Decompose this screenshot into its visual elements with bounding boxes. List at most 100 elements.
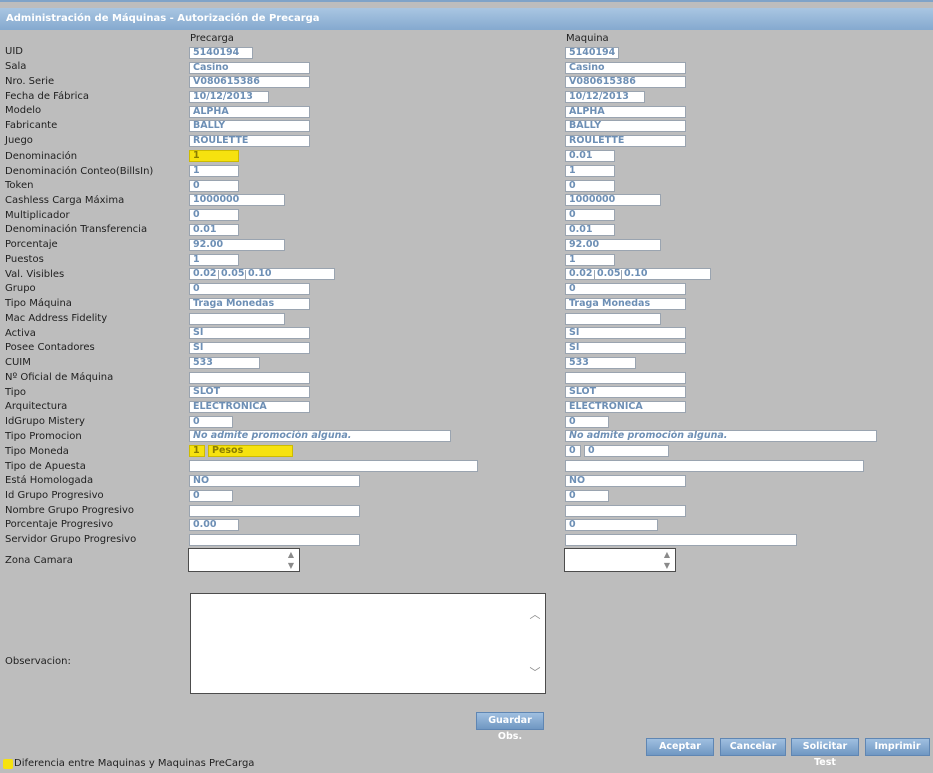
precarga-tipo-apuesta-field[interactable] bbox=[189, 460, 478, 472]
maquina-servidor-grupo-progresivo-field[interactable] bbox=[565, 534, 797, 546]
maquina-denominacion-transferencia-field[interactable]: 0.01 bbox=[565, 224, 615, 236]
precarga-grupo-field[interactable]: 0 bbox=[189, 283, 310, 295]
maquina-cashless-carga-maxima-field[interactable]: 1000000 bbox=[565, 194, 661, 206]
maquina-zona-camara-select[interactable]: ▲ ▼ bbox=[564, 548, 676, 572]
precarga-denominacion-transferencia-field[interactable]: 0.01 bbox=[189, 224, 239, 236]
scroll-up-icon[interactable]: ︿ bbox=[529, 606, 541, 622]
denominacion-conteo-label: Denominación Conteo(BillsIn) bbox=[5, 166, 154, 177]
precarga-modelo-field[interactable]: ALPHA bbox=[189, 106, 310, 118]
precarga-token-field[interactable]: 0 bbox=[189, 180, 239, 192]
maquina-denominacion-conteo-field[interactable]: 1 bbox=[565, 165, 615, 177]
precarga-denominacion-conteo-field[interactable]: 1 bbox=[189, 165, 239, 177]
maquina-id-grupo-progresivo-field[interactable]: 0 bbox=[565, 490, 609, 502]
precarga-val-visibles-field[interactable]: 0.02 0.05 0.10 bbox=[189, 268, 335, 280]
precarga-fecha-fabrica-field[interactable]: 10/12/2013 bbox=[189, 91, 269, 103]
numero-oficial-label: Nº Oficial de Máquina bbox=[5, 372, 114, 383]
maquina-idgrupo-mistery-field[interactable]: 0 bbox=[565, 416, 609, 428]
maquina-tipo-apuesta-field[interactable] bbox=[565, 460, 864, 472]
precarga-esta-homologada-field[interactable]: NO bbox=[189, 475, 360, 487]
val-visible-item: 0.02 bbox=[193, 268, 217, 279]
precarga-porcentaje-field[interactable]: 92.00 bbox=[189, 239, 285, 251]
observacion-textarea[interactable]: ︿ ﹀ bbox=[190, 593, 546, 694]
precarga-tipo-promocion-field[interactable]: No admite promoción alguna. bbox=[189, 430, 451, 442]
maquina-mac-address-field[interactable] bbox=[565, 313, 661, 325]
imprimir-button[interactable]: Imprimir bbox=[865, 738, 930, 756]
precarga-nombre-grupo-progresivo-field[interactable] bbox=[189, 505, 360, 517]
val-visibles-label: Val. Visibles bbox=[5, 269, 65, 280]
maquina-tipo-maquina-field[interactable]: Traga Monedas bbox=[565, 298, 686, 310]
maquina-multiplicador-field[interactable]: 0 bbox=[565, 209, 615, 221]
precarga-id-grupo-progresivo-field[interactable]: 0 bbox=[189, 490, 233, 502]
val-visible-item: 0.10 bbox=[248, 268, 272, 279]
precarga-multiplicador-field[interactable]: 0 bbox=[189, 209, 239, 221]
precarga-zona-camara-select[interactable]: ▲ ▼ bbox=[188, 548, 300, 572]
tipo-moneda-label: Tipo Moneda bbox=[5, 446, 69, 457]
maquina-puestos-field[interactable]: 1 bbox=[565, 254, 615, 266]
tipo-label: Tipo bbox=[5, 387, 27, 398]
precarga-activa-field[interactable]: SI bbox=[189, 327, 310, 339]
maquina-denominacion-field[interactable]: 0.01 bbox=[565, 150, 615, 162]
maquina-nombre-grupo-progresivo-field[interactable] bbox=[565, 505, 686, 517]
maquina-tipo-moneda-name-field[interactable]: 0 bbox=[584, 445, 669, 457]
precarga-tipo-maquina-field[interactable]: Traga Monedas bbox=[189, 298, 310, 310]
maquina-tipo-field[interactable]: SLOT bbox=[565, 386, 686, 398]
maquina-nro-serie-field[interactable]: V080615386 bbox=[565, 76, 686, 88]
precarga-juego-field[interactable]: ROULETTE bbox=[189, 135, 310, 147]
maquina-esta-homologada-field[interactable]: NO bbox=[565, 475, 686, 487]
idgrupo-mistery-label: IdGrupo Mistery bbox=[5, 416, 85, 427]
precarga-mac-address-field[interactable] bbox=[189, 313, 285, 325]
maquina-uid-field[interactable]: 5140194 bbox=[565, 47, 619, 59]
maquina-cuim-field[interactable]: 533 bbox=[565, 357, 636, 369]
maquina-fecha-fabrica-field[interactable]: 10/12/2013 bbox=[565, 91, 645, 103]
multiplicador-label: Multiplicador bbox=[5, 210, 70, 221]
chevron-down-icon[interactable]: ▼ bbox=[286, 562, 296, 570]
precarga-nro-serie-field[interactable]: V080615386 bbox=[189, 76, 310, 88]
precarga-servidor-grupo-progresivo-field[interactable] bbox=[189, 534, 360, 546]
maquina-numero-oficial-field[interactable] bbox=[565, 372, 686, 384]
maquina-posee-contadores-field[interactable]: SI bbox=[565, 342, 686, 354]
cancelar-button[interactable]: Cancelar bbox=[720, 738, 786, 756]
precarga-uid-field[interactable]: 5140194 bbox=[189, 47, 253, 59]
precarga-tipo-moneda-name-field[interactable]: Pesos bbox=[208, 445, 293, 457]
chevron-up-icon[interactable]: ▲ bbox=[662, 551, 672, 559]
precarga-denominacion-field[interactable]: 1 bbox=[189, 150, 239, 162]
precarga-arquitectura-field[interactable]: ELECTRONICA bbox=[189, 401, 310, 413]
zona-camara-label: Zona Camara bbox=[5, 555, 73, 566]
maquina-tipo-promocion-field[interactable]: No admite promoción alguna. bbox=[565, 430, 877, 442]
difference-legend-swatch bbox=[3, 759, 13, 769]
val-visible-item: 0.05 bbox=[221, 268, 245, 279]
precarga-idgrupo-mistery-field[interactable]: 0 bbox=[189, 416, 233, 428]
maquina-fabricante-field[interactable]: BALLY bbox=[565, 120, 686, 132]
aceptar-button[interactable]: Aceptar bbox=[646, 738, 714, 756]
precarga-tipo-field[interactable]: SLOT bbox=[189, 386, 310, 398]
maquina-sala-field[interactable]: Casino bbox=[565, 62, 686, 74]
denominacion-label: Denominación bbox=[5, 151, 78, 162]
val-visible-item: 0.05 bbox=[597, 268, 621, 279]
precarga-authorization-window: Administración de Máquinas - Autorizació… bbox=[0, 0, 933, 773]
precarga-puestos-field[interactable]: 1 bbox=[189, 254, 239, 266]
maquina-grupo-field[interactable]: 0 bbox=[565, 283, 686, 295]
maquina-arquitectura-field[interactable]: ELECTRONICA bbox=[565, 401, 686, 413]
maquina-val-visibles-field[interactable]: 0.02 0.05 0.10 bbox=[565, 268, 711, 280]
precarga-cashless-carga-maxima-field[interactable]: 1000000 bbox=[189, 194, 285, 206]
maquina-tipo-moneda-code-field[interactable]: 0 bbox=[565, 445, 581, 457]
maquina-porcentaje-field[interactable]: 92.00 bbox=[565, 239, 661, 251]
solicitar-test-button[interactable]: Solicitar Test bbox=[791, 738, 859, 768]
precarga-porcentaje-progresivo-field[interactable]: 0.00 bbox=[189, 519, 239, 531]
servidor-grupo-progresivo-label: Servidor Grupo Progresivo bbox=[5, 534, 137, 545]
precarga-fabricante-field[interactable]: BALLY bbox=[189, 120, 310, 132]
maquina-juego-field[interactable]: ROULETTE bbox=[565, 135, 686, 147]
precarga-posee-contadores-field[interactable]: SI bbox=[189, 342, 310, 354]
guardar-obs-button[interactable]: Guardar Obs. bbox=[476, 712, 544, 742]
chevron-down-icon[interactable]: ▼ bbox=[662, 562, 672, 570]
precarga-cuim-field[interactable]: 533 bbox=[189, 357, 260, 369]
chevron-up-icon[interactable]: ▲ bbox=[286, 551, 296, 559]
precarga-tipo-moneda-code-field[interactable]: 1 bbox=[189, 445, 205, 457]
maquina-token-field[interactable]: 0 bbox=[565, 180, 615, 192]
maquina-activa-field[interactable]: SI bbox=[565, 327, 686, 339]
maquina-porcentaje-progresivo-field[interactable]: 0 bbox=[565, 519, 658, 531]
scroll-down-icon[interactable]: ﹀ bbox=[529, 664, 541, 680]
precarga-sala-field[interactable]: Casino bbox=[189, 62, 310, 74]
maquina-modelo-field[interactable]: ALPHA bbox=[565, 106, 686, 118]
precarga-numero-oficial-field[interactable] bbox=[189, 372, 310, 384]
